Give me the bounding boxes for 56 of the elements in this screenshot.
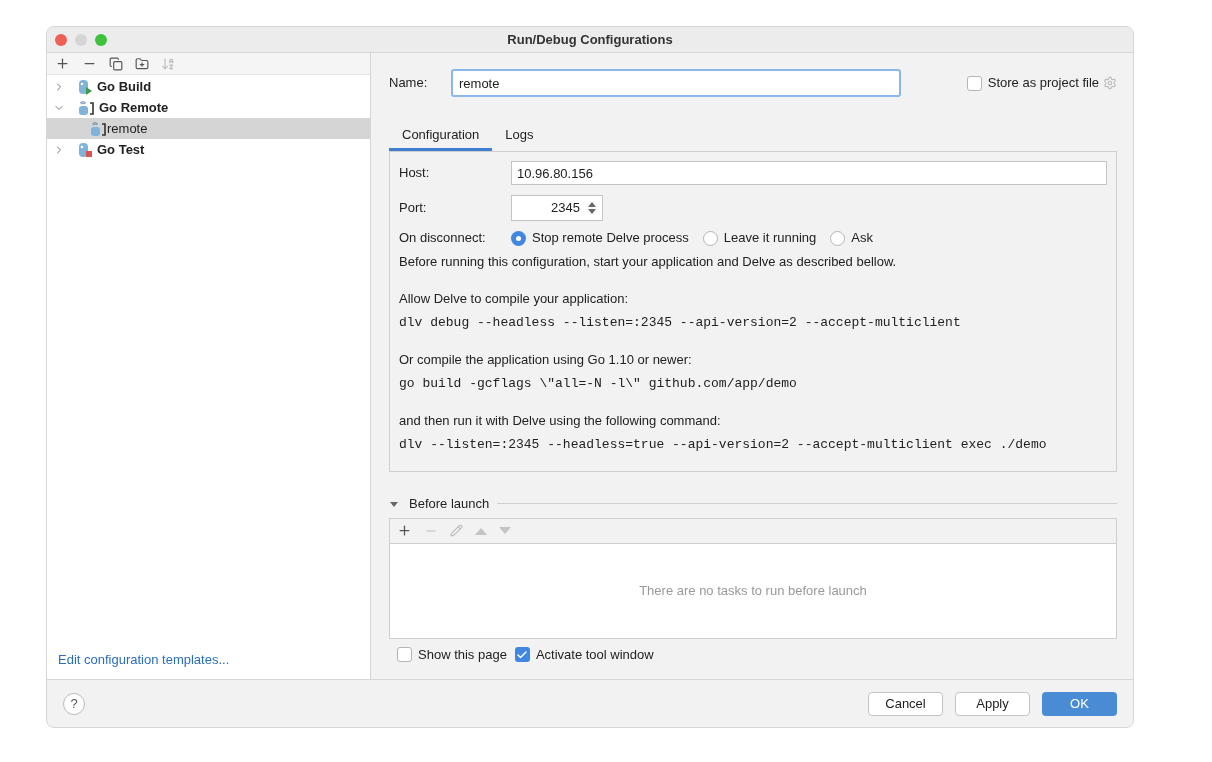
templates-link[interactable]: Edit configuration templates... (47, 649, 370, 679)
move-down-icon[interactable] (499, 526, 511, 535)
tab[interactable]: Configuration (389, 121, 493, 151)
instruction-text: Or compile the application using Go 1.10 or newer: (399, 350, 693, 369)
instruction-text: and then run it with Delve using the following command: (399, 411, 722, 430)
intro-text: Before running this configuration, start your application and Delve as described bellow. (399, 253, 898, 271)
command-text: dlv debug --headless --listen=:2345 --api-version=2 --accept-multiclient (399, 314, 962, 332)
disconnect-label: On disconnect: (399, 229, 487, 248)
zoom-button[interactable] (95, 33, 107, 46)
window-title: Run/Debug Configurations (506, 30, 674, 49)
name-label: Name: (389, 74, 429, 93)
dialog-button[interactable]: Cancel (868, 691, 943, 716)
tree-item[interactable]: remote (47, 118, 370, 139)
close-button[interactable] (55, 33, 67, 46)
radio-button[interactable] (830, 230, 846, 246)
add-icon[interactable] (55, 56, 70, 71)
settings-icon[interactable] (1103, 76, 1117, 90)
remote-gopher-icon (77, 99, 95, 116)
host-field[interactable]: 10.96.80.156 (511, 161, 1107, 185)
remote-gopher-icon (89, 120, 107, 137)
radio-label: Stop remote Delve process (532, 229, 689, 248)
name-field[interactable]: remote (451, 69, 901, 97)
command-text: dlv --listen=:2345 --headless=true --api-version=2 --accept-multiclient exec ./demo (399, 436, 1048, 454)
copy-icon[interactable] (109, 56, 123, 71)
move-up-icon[interactable] (475, 526, 487, 535)
empty-message: There are no tasks to run before launch (639, 581, 867, 600)
spinner-arrows-icon[interactable] (586, 200, 598, 216)
dialog-button[interactable]: Apply (955, 691, 1030, 716)
checkbox-label: Activate tool window (535, 645, 654, 664)
pencil-icon[interactable] (450, 524, 463, 537)
checkbox-label: Show this page (418, 645, 507, 664)
gopher-test-icon (77, 141, 93, 158)
radio-button[interactable] (702, 230, 718, 246)
port-label: Port: (399, 199, 428, 218)
sort-icon[interactable] (161, 56, 175, 71)
port-spinner[interactable]: 2345 (511, 195, 603, 221)
radio-label: Leave it running (723, 229, 817, 248)
checkbox[interactable] (966, 75, 982, 91)
ok-button[interactable]: OK (1042, 691, 1117, 716)
store-project-label: Store as project file (987, 74, 1099, 93)
host-label: Host: (399, 164, 431, 183)
tab[interactable]: Logs (492, 121, 547, 151)
instruction-text: Allow Delve to compile your application: (399, 289, 630, 308)
command-text: go build -gcflags \"all=-N -l\" github.com/app/demo (399, 375, 798, 393)
checkbox[interactable] (514, 647, 530, 662)
gopher-run-icon (77, 78, 93, 95)
tree-item[interactable]: Go Test (47, 139, 370, 160)
section-title: Before launch (409, 494, 490, 513)
radio-label: Ask (851, 229, 873, 248)
help-button[interactable]: ? (63, 692, 85, 715)
checkbox[interactable] (397, 647, 412, 662)
tree-item[interactable]: Go Remote (47, 97, 370, 118)
add-icon[interactable] (397, 523, 412, 538)
tree-item[interactable]: Go Build (47, 76, 370, 97)
radio-button[interactable] (511, 230, 526, 246)
folder-plus-icon[interactable] (135, 56, 149, 71)
